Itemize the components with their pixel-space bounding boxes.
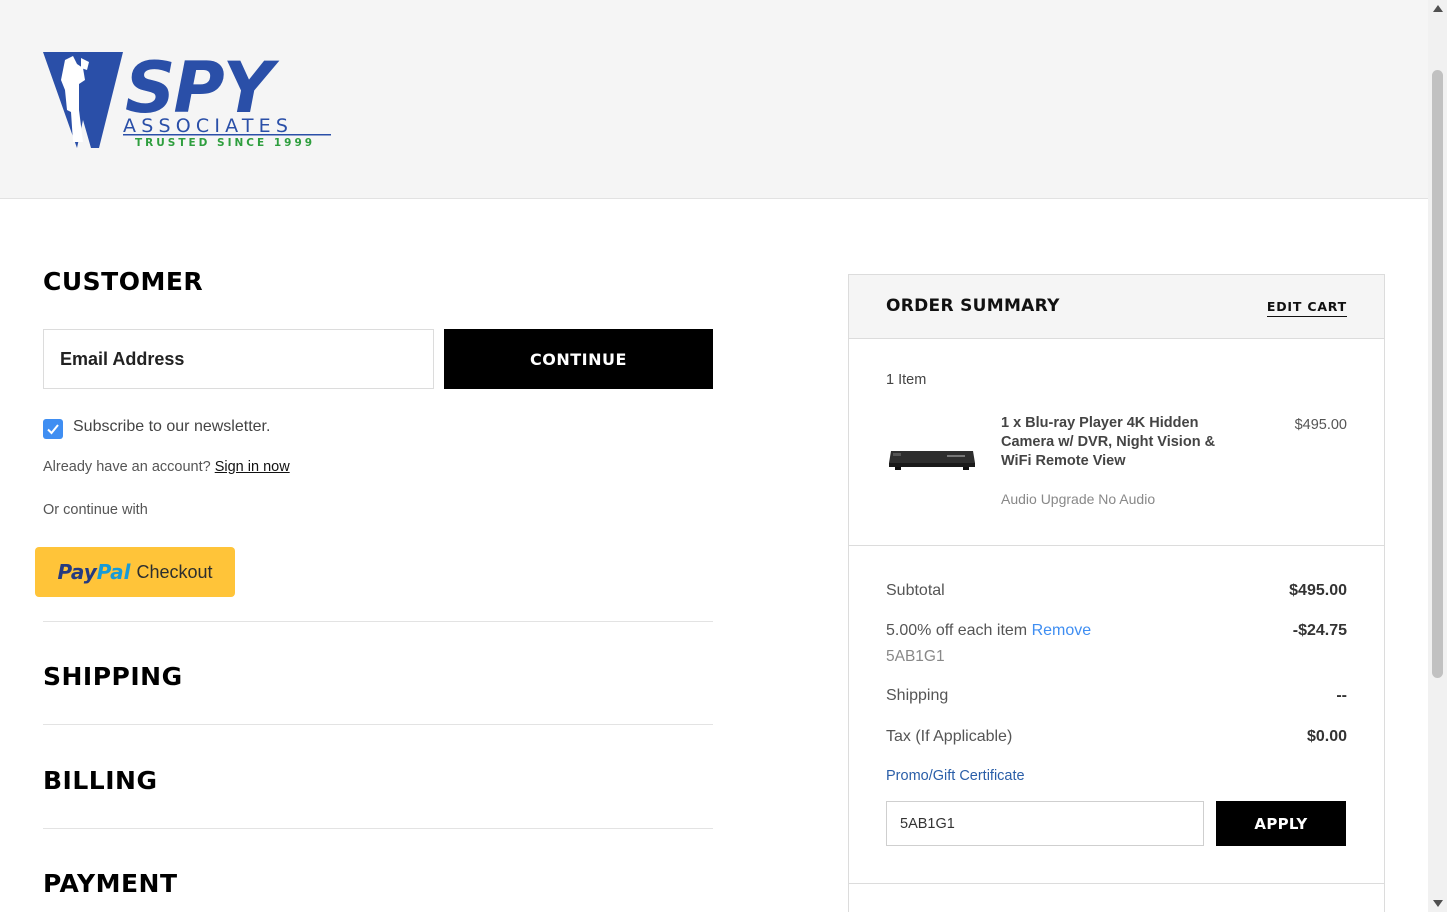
order-summary-header: ORDER SUMMARY EDIT CART (849, 275, 1384, 339)
continue-button[interactable]: CONTINUE (444, 329, 713, 389)
discount-value: -$24.75 (1292, 622, 1347, 639)
divider (43, 724, 713, 725)
product-name: 1 x Blu-ray Player 4K Hidden Camera w/ D… (1001, 415, 1216, 469)
blu-ray-player-image (887, 445, 977, 473)
newsletter-label[interactable]: Subscribe to our newsletter. (73, 418, 270, 436)
shipping-value: -- (1336, 687, 1347, 704)
billing-heading[interactable]: BILLING (43, 766, 157, 795)
site-header: SPY ASSOCIATES TRUSTED SINCE 1999 (0, 0, 1428, 199)
item-count: 1 Item (886, 372, 927, 388)
checkmark-icon (47, 424, 59, 435)
paypal-logo-pay: Pay (57, 560, 97, 584)
apply-button[interactable]: APPLY (1216, 801, 1346, 846)
tax-value: $0.00 (1306, 728, 1347, 745)
divider (43, 621, 713, 622)
order-summary-title: ORDER SUMMARY (886, 296, 1060, 316)
spy-associates-logo[interactable]: SPY ASSOCIATES TRUSTED SINCE 1999 (43, 47, 363, 150)
scroll-down-icon[interactable] (1433, 900, 1443, 907)
remove-discount-link[interactable]: Remove (1032, 622, 1092, 639)
tax-label: Tax (If Applicable) (886, 728, 1013, 745)
logo-subtitle-text: ASSOCIATES (123, 115, 293, 137)
account-prompt: Already have an account? Sign in now (43, 459, 290, 475)
email-placeholder: Email Address (60, 348, 185, 369)
paypal-logo-pal: Pal (96, 560, 131, 584)
checkout-page: SPY ASSOCIATES TRUSTED SINCE 1999 CUSTOM… (0, 0, 1447, 912)
spy-figure-icon: SPY ASSOCIATES TRUSTED SINCE 1999 (43, 47, 331, 149)
order-summary-panel: ORDER SUMMARY EDIT CART 1 Item 1 x Blu-r… (848, 274, 1385, 912)
divider (849, 883, 1384, 884)
payment-heading[interactable]: PAYMENT (43, 869, 178, 898)
divider (849, 545, 1384, 546)
subtotal-value: $495.00 (1289, 582, 1347, 599)
newsletter-checkbox[interactable] (43, 419, 63, 439)
customer-heading: CUSTOMER (43, 267, 204, 296)
or-continue-text: Or continue with (43, 502, 148, 518)
edit-cart-link[interactable]: EDIT CART (1266, 299, 1347, 317)
paypal-checkout-button[interactable]: Pay Pal Checkout (35, 547, 235, 597)
product-option: Audio Upgrade No Audio (1001, 491, 1156, 507)
subtotal-label: Subtotal (886, 582, 945, 599)
sign-in-link[interactable]: Sign in now (215, 459, 290, 475)
scroll-thumb[interactable] (1432, 70, 1443, 678)
account-prompt-text: Already have an account? (43, 459, 211, 475)
shipping-label: Shipping (886, 687, 949, 704)
shipping-heading[interactable]: SHIPPING (43, 662, 183, 691)
divider (43, 828, 713, 829)
email-field[interactable]: Email Address (43, 329, 434, 389)
page-scrollbar[interactable] (1428, 0, 1447, 912)
product-price: $495.00 (1294, 417, 1347, 433)
paypal-checkout-label: Checkout (136, 561, 213, 582)
discount-label: 5.00% off each item (886, 622, 1028, 639)
logo-tagline-text: TRUSTED SINCE 1999 (135, 137, 315, 149)
discount-row: 5.00% off each item Remove (886, 622, 1091, 640)
scroll-up-icon[interactable] (1433, 5, 1443, 12)
coupon-code: 5AB1G1 (886, 648, 945, 665)
promo-code-input[interactable]: 5AB1G1 (886, 801, 1204, 846)
promo-certificate-link[interactable]: Promo/Gift Certificate (886, 768, 1025, 784)
